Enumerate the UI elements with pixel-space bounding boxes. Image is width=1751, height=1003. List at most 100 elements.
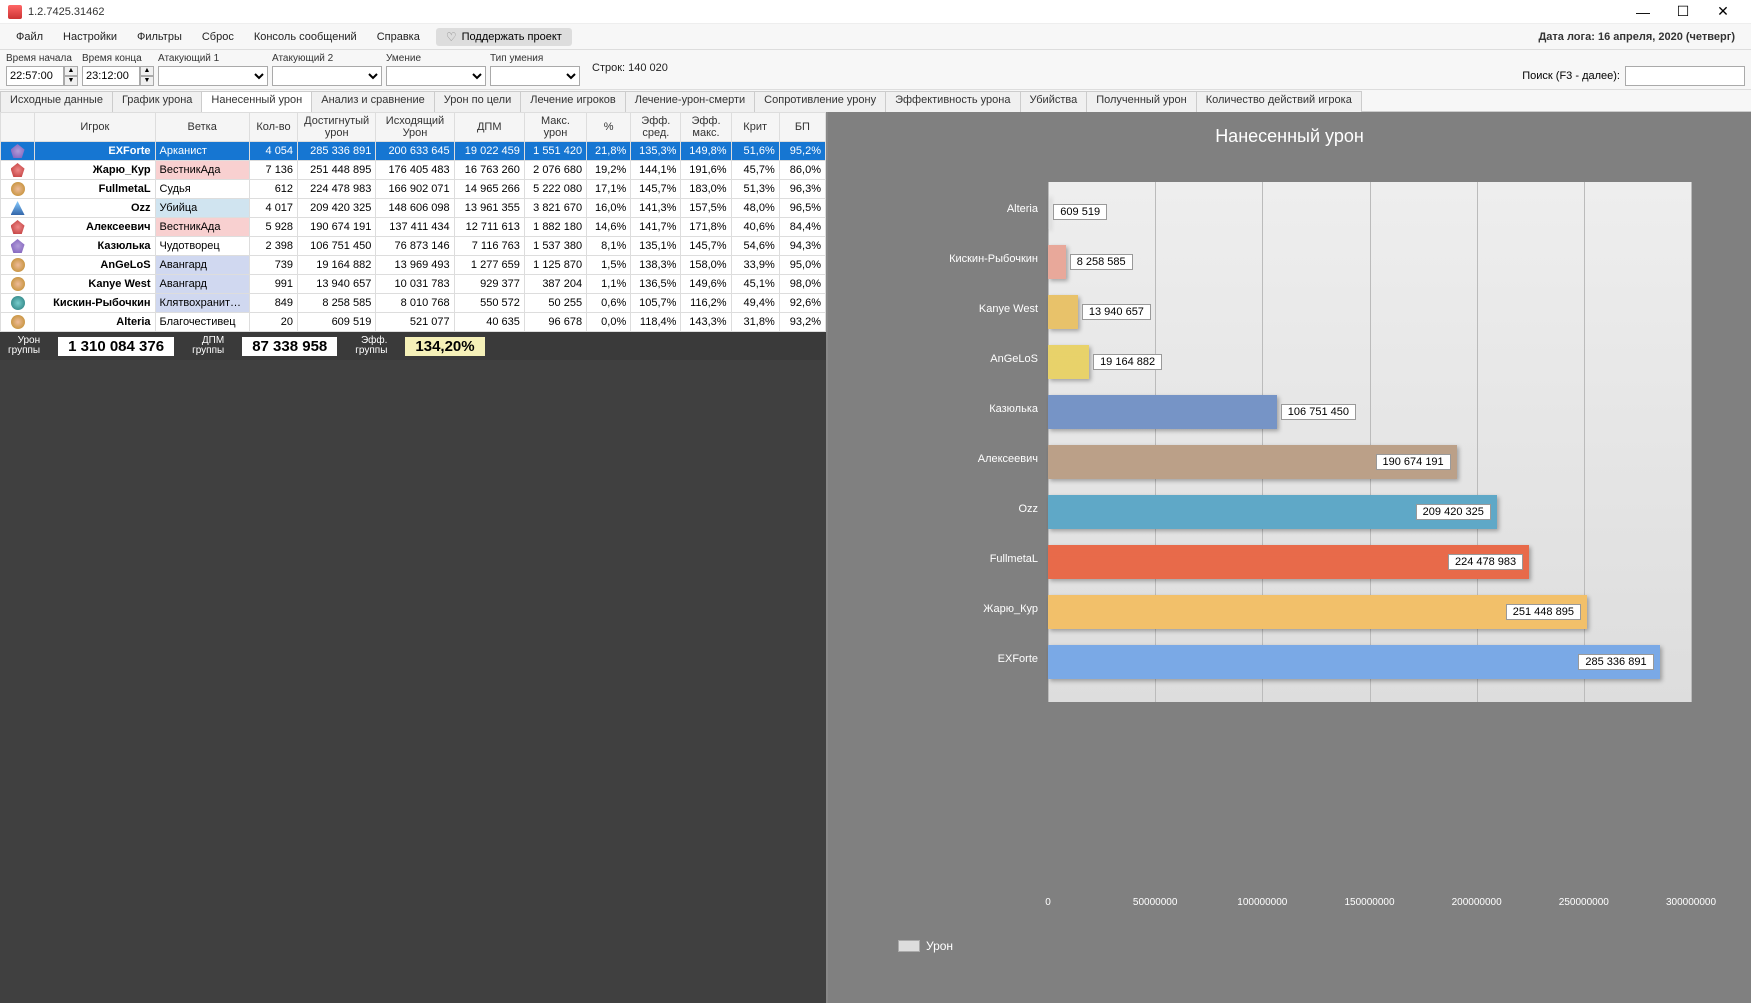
col-header[interactable]: %: [587, 113, 631, 142]
chart-bar-row: 19 164 882: [1048, 342, 1691, 382]
chart-plot: Alteria609 519Кискин-Рыбочкин8 258 585Ka…: [1048, 182, 1691, 702]
time-start-input[interactable]: [6, 66, 64, 86]
cell: 145,7%: [681, 237, 731, 256]
table-row[interactable]: КазюлькаЧудотворец2 398106 751 45076 873…: [1, 237, 826, 256]
col-header[interactable]: Макс.урон: [524, 113, 586, 142]
col-header[interactable]: Игрок: [35, 113, 155, 142]
cell: 51,6%: [731, 142, 779, 161]
chart-bar: 106 751 450: [1048, 395, 1277, 429]
menu-help[interactable]: Справка: [367, 28, 430, 46]
menu-reset[interactable]: Сброс: [192, 28, 244, 46]
table-row[interactable]: АлексеевичВестникАда5 928190 674 191137 …: [1, 218, 826, 237]
cell: Kanye West: [35, 275, 155, 294]
col-header[interactable]: Кол-во: [249, 113, 297, 142]
time-end-down[interactable]: ▼: [140, 76, 154, 86]
cell: 158,0%: [681, 256, 731, 275]
cell: 93,2%: [779, 313, 825, 332]
summary-bar: Урон группы 1 310 084 376 ДПМ группы 87 …: [0, 332, 826, 360]
chart-bar: 609 519: [1048, 195, 1049, 229]
time-end-up[interactable]: ▲: [140, 66, 154, 76]
table-row[interactable]: FullmetaLСудья612224 478 983166 902 0711…: [1, 180, 826, 199]
cell: 12 711 613: [454, 218, 524, 237]
minimize-button[interactable]: —: [1623, 1, 1663, 23]
col-header[interactable]: ДПМ: [454, 113, 524, 142]
col-header[interactable]: Эфф.макс.: [681, 113, 731, 142]
chart-bar-row: 106 751 450: [1048, 392, 1691, 432]
time-start-up[interactable]: ▲: [64, 66, 78, 76]
chart-bar-row: 251 448 895: [1048, 592, 1691, 632]
cell: 50 255: [524, 294, 586, 313]
tab-0[interactable]: Исходные данные: [0, 91, 113, 112]
search-input[interactable]: [1625, 66, 1745, 86]
maximize-button[interactable]: ☐: [1663, 1, 1703, 23]
cell: 116,2%: [681, 294, 731, 313]
col-header[interactable]: БП: [779, 113, 825, 142]
cell: Арканист: [155, 142, 249, 161]
cell: 149,6%: [681, 275, 731, 294]
table-row[interactable]: Kanye WestАвангард99113 940 65710 031 78…: [1, 275, 826, 294]
cell: 137 411 434: [376, 218, 454, 237]
col-header[interactable]: ИсходящийУрон: [376, 113, 454, 142]
cell: 145,7%: [631, 180, 681, 199]
time-end-input[interactable]: [82, 66, 140, 86]
table-row[interactable]: Кискин-РыбочкинКлятвохранитель8498 258 5…: [1, 294, 826, 313]
cell: ВестникАда: [155, 161, 249, 180]
cell: 149,8%: [681, 142, 731, 161]
tab-10[interactable]: Полученный урон: [1086, 91, 1197, 112]
tab-9[interactable]: Убийства: [1020, 91, 1088, 112]
table-row[interactable]: AnGeLoSАвангард73919 164 88213 969 4931 …: [1, 256, 826, 275]
app-icon: [8, 5, 22, 19]
tab-6[interactable]: Лечение-урон-смерти: [625, 91, 755, 112]
menu-console[interactable]: Консоль сообщений: [244, 28, 367, 46]
skill-combo[interactable]: [386, 66, 486, 86]
tab-3[interactable]: Анализ и сравнение: [311, 91, 435, 112]
class-icon: [11, 144, 25, 158]
col-header[interactable]: Крит: [731, 113, 779, 142]
attacker1-combo[interactable]: [158, 66, 268, 86]
cell: 1 277 659: [454, 256, 524, 275]
chart-xtick: 300000000: [1666, 897, 1716, 908]
col-header[interactable]: Эфф.сред.: [631, 113, 681, 142]
attacker2-label: Атакующий 2: [272, 53, 382, 64]
tab-7[interactable]: Сопротивление урону: [754, 91, 886, 112]
tab-1[interactable]: График урона: [112, 91, 202, 112]
col-header[interactable]: Ветка: [155, 113, 249, 142]
cell: Клятвохранитель: [155, 294, 249, 313]
menu-settings[interactable]: Настройки: [53, 28, 127, 46]
tab-2[interactable]: Нанесенный урон: [201, 91, 312, 112]
chart-bar: 251 448 895: [1048, 595, 1587, 629]
cell: Жарю_Кур: [35, 161, 155, 180]
cell: 135,1%: [631, 237, 681, 256]
legend-label: Урон: [926, 939, 953, 953]
menu-file[interactable]: Файл: [6, 28, 53, 46]
cell: 143,3%: [681, 313, 731, 332]
cell: 141,3%: [631, 199, 681, 218]
table-row[interactable]: Жарю_КурВестникАда7 136251 448 895176 40…: [1, 161, 826, 180]
skilltype-label: Тип умения: [490, 53, 580, 64]
attacker2-combo[interactable]: [272, 66, 382, 86]
tab-4[interactable]: Урон по цели: [434, 91, 521, 112]
tab-11[interactable]: Количество действий игрока: [1196, 91, 1362, 112]
cell: 0,0%: [587, 313, 631, 332]
col-header[interactable]: Достигнутыйурон: [298, 113, 376, 142]
cell: 141,7%: [631, 218, 681, 237]
cell: 40,6%: [731, 218, 779, 237]
time-start-down[interactable]: ▼: [64, 76, 78, 86]
close-button[interactable]: ✕: [1703, 1, 1743, 23]
chart-bar-row: 609 519: [1048, 192, 1691, 232]
chart-bar-label: Kanye West: [888, 303, 1038, 315]
skilltype-combo[interactable]: [490, 66, 580, 86]
table-row[interactable]: EXForteАрканист4 054285 336 891200 633 6…: [1, 142, 826, 161]
cell: 8,1%: [587, 237, 631, 256]
menu-filters[interactable]: Фильтры: [127, 28, 192, 46]
tab-8[interactable]: Эффективность урона: [885, 91, 1020, 112]
table-row[interactable]: AlteriaБлагочестивец20609 519521 07740 6…: [1, 313, 826, 332]
cell: Кискин-Рыбочкин: [35, 294, 155, 313]
col-header[interactable]: [1, 113, 35, 142]
support-button[interactable]: ♡ Поддержать проект: [436, 28, 572, 46]
table-row[interactable]: OzzУбийца4 017209 420 325148 606 09813 9…: [1, 199, 826, 218]
class-icon: [11, 239, 25, 253]
chart-bar-value: 190 674 191: [1376, 454, 1451, 470]
tab-5[interactable]: Лечение игроков: [520, 91, 626, 112]
chart-bar-value: 609 519: [1053, 204, 1107, 220]
